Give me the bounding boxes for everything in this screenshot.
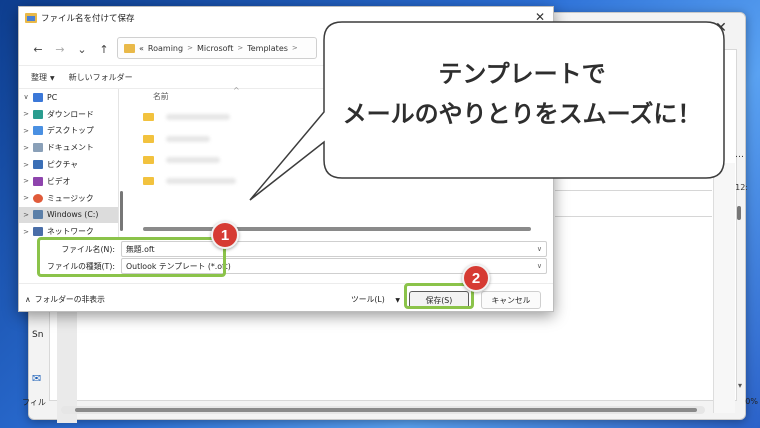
bubble-caption-line-1: テンプレートで xyxy=(438,60,606,88)
bubble-caption: テンプレートで メールのやりとりをスムーズに！ xyxy=(330,54,714,134)
bubble-caption-line-2: メールのやりとりをスムーズに！ xyxy=(342,100,702,128)
